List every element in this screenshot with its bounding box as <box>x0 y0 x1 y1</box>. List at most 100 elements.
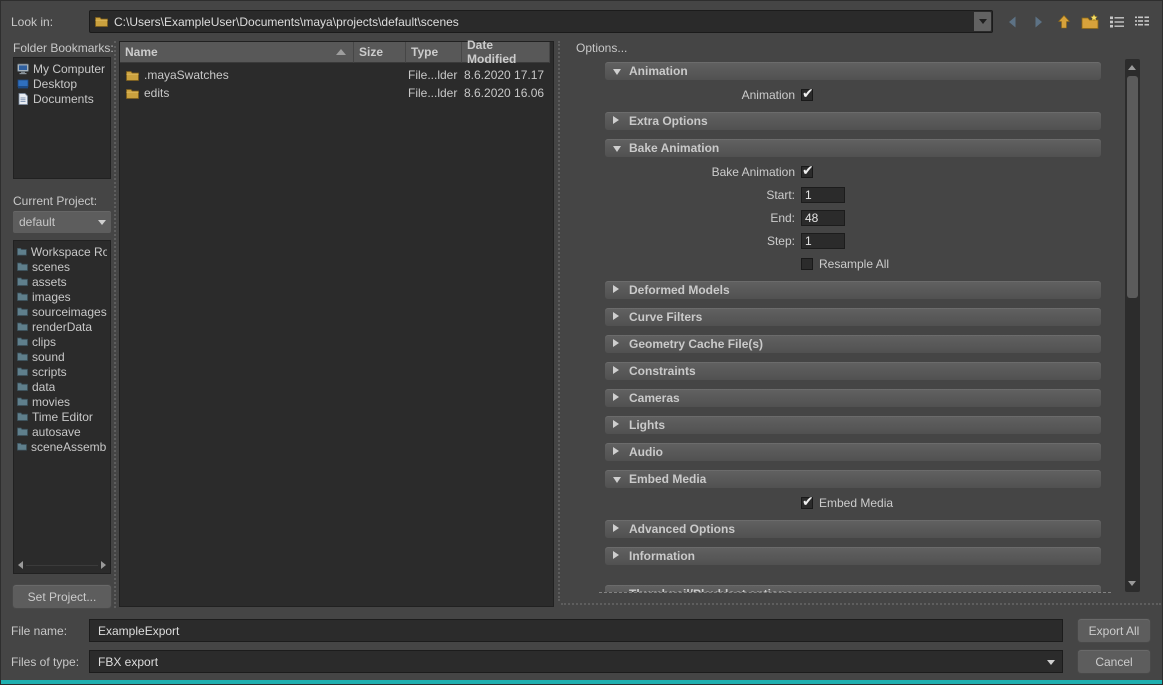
project-folder-item[interactable]: clips <box>14 334 110 349</box>
chevron-down-icon <box>613 592 621 593</box>
bookmark-desktop[interactable]: Desktop <box>14 76 110 91</box>
path-combobox[interactable]: C:\Users\ExampleUser\Documents\maya\proj… <box>89 10 993 33</box>
folder-icon <box>17 322 28 331</box>
section-title: Geometry Cache File(s) <box>629 337 763 351</box>
options-scroll-area: Animation Animation Extra Options Bake A… <box>599 59 1111 593</box>
up-one-level-icon[interactable] <box>1053 12 1075 32</box>
set-project-button[interactable]: Set Project... <box>13 585 111 608</box>
section-information[interactable]: Information <box>605 547 1101 565</box>
section-title: Animation <box>629 64 688 78</box>
scroll-left-icon[interactable] <box>18 561 23 569</box>
project-folder-item[interactable]: sceneAssembly <box>14 439 110 454</box>
back-icon[interactable] <box>1002 12 1024 32</box>
step-field[interactable] <box>801 233 845 249</box>
folder-icon <box>17 277 28 286</box>
project-folder-item[interactable]: sound <box>14 349 110 364</box>
chevron-right-icon <box>613 420 619 428</box>
accent-bar <box>1 680 1162 684</box>
files-of-type-dropdown[interactable]: FBX export <box>89 650 1063 673</box>
scroll-down-icon[interactable] <box>1128 581 1136 586</box>
section-embed-media[interactable]: Embed Media <box>605 470 1101 488</box>
project-folder-item[interactable]: scenes <box>14 259 110 274</box>
project-folder-item[interactable]: images <box>14 289 110 304</box>
current-project-value: default <box>19 215 55 229</box>
bookmark-my-computer[interactable]: My Computer <box>14 61 110 76</box>
project-folder-item[interactable]: data <box>14 379 110 394</box>
embed-media-checkbox[interactable] <box>801 497 813 509</box>
section-bake-animation[interactable]: Bake Animation <box>605 139 1101 157</box>
cancel-button[interactable]: Cancel <box>1078 650 1150 673</box>
project-folder-item[interactable]: renderData <box>14 319 110 334</box>
scroll-right-icon[interactable] <box>101 561 106 569</box>
animation-checkbox[interactable] <box>801 89 813 101</box>
folder-icon <box>17 262 28 271</box>
start-field[interactable] <box>801 187 845 203</box>
chevron-right-icon <box>613 312 619 320</box>
project-folder-item[interactable]: Workspace Roo <box>14 244 110 259</box>
horizontal-splitter[interactable] <box>561 603 1161 605</box>
section-title: Bake Animation <box>629 141 719 155</box>
column-header-name[interactable]: Name <box>120 42 354 63</box>
section-advanced-options[interactable]: Advanced Options <box>605 520 1101 538</box>
vertical-splitter[interactable] <box>558 41 560 601</box>
section-audio[interactable]: Audio <box>605 443 1101 461</box>
section-constraints[interactable]: Constraints <box>605 362 1101 380</box>
forward-icon[interactable] <box>1027 12 1049 32</box>
folder-icon <box>17 427 28 436</box>
file-row[interactable]: edits File...lder 8.6.2020 16.06 <box>120 84 553 102</box>
column-header-size[interactable]: Size <box>354 42 406 63</box>
vertical-scrollbar[interactable] <box>1125 59 1140 592</box>
chevron-right-icon <box>613 524 619 532</box>
vertical-splitter[interactable] <box>114 41 116 608</box>
current-project-dropdown[interactable]: default <box>13 211 111 233</box>
end-field[interactable] <box>801 210 845 226</box>
scrollbar-track[interactable] <box>26 565 98 566</box>
folder-icon <box>17 367 28 376</box>
section-title: Thumbnail/Playblast options <box>629 587 792 593</box>
embed-media-label: Embed Media <box>819 496 893 510</box>
project-folder-item[interactable]: sourceimages <box>14 304 110 319</box>
section-curve-filters[interactable]: Curve Filters <box>605 308 1101 326</box>
new-folder-icon[interactable] <box>1079 12 1101 32</box>
folder-icon <box>17 337 28 346</box>
section-animation[interactable]: Animation <box>605 62 1101 80</box>
project-folder-item[interactable]: autosave <box>14 424 110 439</box>
section-cameras[interactable]: Cameras <box>605 389 1101 407</box>
project-folder-item[interactable]: scripts <box>14 364 110 379</box>
bookmark-documents[interactable]: Documents <box>14 91 110 106</box>
project-folder-item[interactable]: assets <box>14 274 110 289</box>
section-deformed-models[interactable]: Deformed Models <box>605 281 1101 299</box>
scrollbar-handle[interactable] <box>1127 76 1138 298</box>
folder-icon <box>126 88 139 99</box>
bake-animation-checkbox[interactable] <box>801 166 813 178</box>
start-option-row: Start: <box>605 187 1111 203</box>
export-all-button[interactable]: Export All <box>1078 619 1150 642</box>
file-row[interactable]: .mayaSwatches File...lder 8.6.2020 17.17 <box>120 66 553 84</box>
chevron-down-icon <box>613 477 621 483</box>
folder-icon <box>17 292 28 301</box>
chevron-right-icon <box>613 447 619 455</box>
sort-ascending-icon <box>336 49 346 55</box>
project-folder-item[interactable]: movies <box>14 394 110 409</box>
animation-checkbox-label: Animation <box>605 88 801 102</box>
section-geometry-cache[interactable]: Geometry Cache File(s) <box>605 335 1101 353</box>
list-view-icon[interactable] <box>1106 12 1128 32</box>
animation-option-row: Animation <box>605 87 1111 103</box>
bookmark-label: Desktop <box>33 77 77 91</box>
section-lights[interactable]: Lights <box>605 416 1101 434</box>
path-dropdown-arrow[interactable] <box>974 12 991 31</box>
embed-media-option-row: Embed Media <box>605 495 1111 511</box>
resample-all-checkbox[interactable] <box>801 258 813 270</box>
file-name-input[interactable] <box>89 619 1063 642</box>
column-header-type[interactable]: Type <box>406 42 462 63</box>
scroll-up-icon[interactable] <box>1128 65 1136 70</box>
file-date: 8.6.2020 16.06 <box>462 86 550 100</box>
horizontal-scrollbar[interactable] <box>16 559 108 571</box>
chevron-right-icon <box>613 116 619 124</box>
details-view-icon[interactable] <box>1131 12 1153 32</box>
section-extra-options[interactable]: Extra Options <box>605 112 1101 130</box>
chevron-right-icon <box>613 285 619 293</box>
project-folder-item[interactable]: Time Editor <box>14 409 110 424</box>
section-thumbnail-playblast[interactable]: Thumbnail/Playblast options <box>605 585 1101 593</box>
column-header-date-modified[interactable]: Date Modified <box>462 42 550 63</box>
